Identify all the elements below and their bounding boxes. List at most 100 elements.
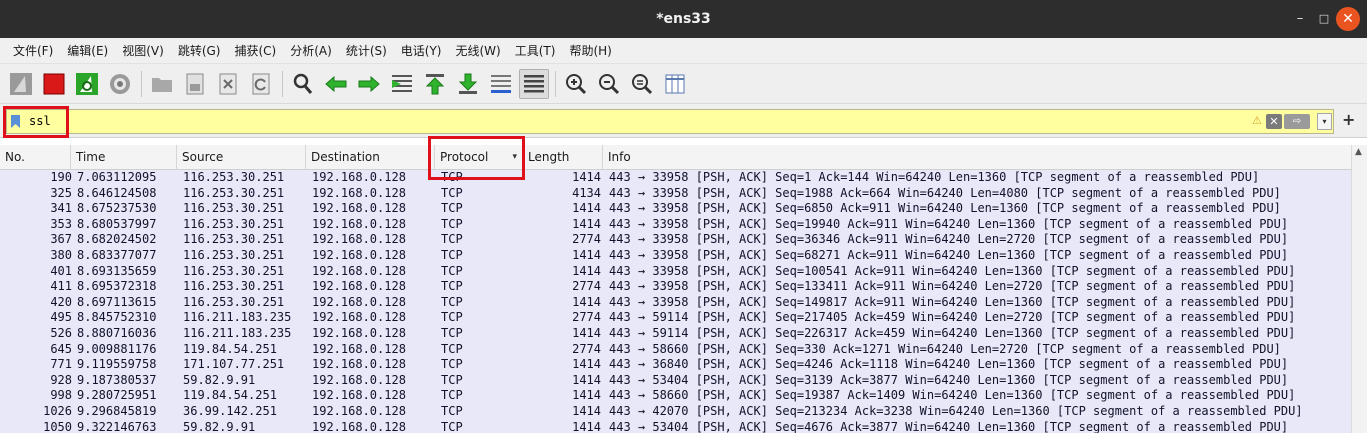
go-to-packet-button[interactable]: [387, 69, 417, 99]
packet-destination: 192.168.0.128: [312, 388, 406, 403]
menu-wireless[interactable]: 无线(W): [449, 38, 508, 64]
table-row[interactable]: 420 8.697113615 116.253.30.251 192.168.0.12…: [0, 294, 1351, 311]
packet-protocol: TCP: [441, 170, 463, 184]
zoom-out-button[interactable]: [594, 69, 624, 99]
column-header-no[interactable]: No.: [0, 145, 71, 170]
table-row[interactable]: 645 9.009881176 119.84.54.251 192.168.0.128…: [0, 341, 1351, 358]
packet-no: 401: [50, 263, 72, 278]
start-capture-button[interactable]: [6, 69, 36, 99]
go-first-packet-button[interactable]: [420, 69, 450, 99]
packet-source: 116.253.30.251: [183, 185, 285, 200]
reload-file-button[interactable]: [246, 69, 276, 99]
table-row[interactable]: 411 8.695372318 116.253.30.251 192.168.0.12…: [0, 279, 1351, 295]
table-row[interactable]: 190 7.063112095 116.253.30.251 192.168.0.12…: [0, 170, 1351, 186]
packet-no: 190: [50, 170, 72, 184]
clear-filter-icon[interactable]: ✕: [1266, 114, 1282, 129]
packet-destination: 192.168.0.128: [312, 404, 406, 418]
zoom-normal-button[interactable]: [627, 69, 657, 99]
table-row[interactable]: 495 8.845752310 116.211.183.235 192.168.0.1…: [0, 310, 1351, 326]
column-header-protocol[interactable]: Protocol ▾: [435, 145, 523, 170]
menu-file[interactable]: 文件(F): [6, 38, 60, 64]
table-row[interactable]: 380 8.683377077 116.253.30.251 192.168.0.12…: [0, 248, 1351, 264]
zoom-in-button[interactable]: [561, 69, 591, 99]
packet-info: 443 → 42070 [PSH, ACK] Seq=213234 Ack=32…: [609, 404, 1303, 418]
packet-length: 1414: [572, 372, 601, 387]
table-row[interactable]: 526 8.880716036 116.211.183.235 192.168.0.1…: [0, 326, 1351, 342]
packet-no: 341: [50, 201, 72, 216]
packet-protocol: TCP: [441, 341, 463, 356]
table-row[interactable]: 341 8.675237530 116.253.30.251 192.168.0.12…: [0, 201, 1351, 217]
packet-protocol: TCP: [441, 326, 463, 340]
main-toolbar: [0, 64, 1367, 104]
stop-capture-button[interactable]: [39, 69, 69, 99]
toolbar-separator: [555, 70, 556, 97]
column-header-length[interactable]: Length: [523, 145, 603, 170]
packet-source: 116.253.30.251: [183, 294, 285, 309]
column-header-info[interactable]: Info: [603, 145, 1351, 170]
scroll-up-icon[interactable]: ▲: [1355, 147, 1362, 157]
menu-analyze[interactable]: 分析(A): [283, 38, 339, 64]
table-row[interactable]: 401 8.693135659 116.253.30.251 192.168.0.12…: [0, 263, 1351, 280]
save-file-button[interactable]: [180, 69, 210, 99]
packet-protocol: TCP: [441, 216, 463, 231]
packet-info: 443 → 59114 [PSH, ACK] Seq=217405 Ack=45…: [609, 310, 1296, 325]
add-filter-button-icon[interactable]: +: [1342, 110, 1355, 129]
save-file-icon: [186, 73, 204, 94]
packet-destination: 192.168.0.128: [312, 185, 406, 200]
vertical-scrollbar[interactable]: ▲: [1351, 145, 1367, 433]
auto-scroll-button[interactable]: [486, 69, 516, 99]
packet-no: 998: [50, 388, 72, 403]
menu-capture[interactable]: 捕获(C): [227, 38, 283, 64]
menu-statistics[interactable]: 统计(S): [339, 38, 394, 64]
restart-capture-button[interactable]: [72, 69, 102, 99]
bookmark-icon[interactable]: [11, 115, 20, 128]
display-filter-input[interactable]: ssl ⚠ ✕ ⇨ ▾: [6, 109, 1334, 134]
menu-edit[interactable]: 编辑(E): [60, 38, 115, 64]
table-row[interactable]: 771 9.119559758 171.107.77.251 192.168.0.12…: [0, 357, 1351, 373]
go-last-packet-button[interactable]: [453, 69, 483, 99]
table-row[interactable]: 1026 9.296845819 36.99.142.251 192.168.0.12…: [0, 404, 1351, 420]
packet-info: 443 → 33958 [PSH, ACK] Seq=36346 Ack=911…: [609, 232, 1289, 247]
packet-time: 9.009881176: [77, 341, 157, 356]
menu-help[interactable]: 帮助(H): [562, 38, 618, 64]
close-button[interactable]: ✕: [1336, 7, 1360, 31]
packet-source: 171.107.77.251: [183, 357, 285, 372]
column-header-time[interactable]: Time: [71, 145, 177, 170]
table-row[interactable]: 998 9.280725951 119.84.54.251 192.168.0.128…: [0, 388, 1351, 404]
packet-info: 443 → 59114 [PSH, ACK] Seq=226317 Ack=45…: [609, 326, 1296, 340]
table-row[interactable]: 1050 9.322146763 59.82.9.91 192.168.0.128 TC…: [0, 419, 1351, 433]
minimize-button[interactable]: –: [1288, 7, 1312, 31]
menu-tools[interactable]: 工具(T): [508, 38, 563, 64]
resize-columns-button[interactable]: [660, 69, 690, 99]
table-row[interactable]: 353 8.680537997 116.253.30.251 192.168.0.12…: [0, 216, 1351, 233]
find-packet-button[interactable]: [288, 69, 318, 99]
title-bar: *ens33 – □ ✕: [0, 0, 1367, 38]
colorize-button[interactable]: [519, 68, 549, 99]
maximize-button[interactable]: □: [1312, 7, 1336, 31]
menu-view[interactable]: 视图(V): [115, 38, 171, 64]
go-back-button[interactable]: [321, 69, 351, 99]
open-file-button[interactable]: [147, 69, 177, 99]
table-row[interactable]: 928 9.187380537 59.82.9.91 192.168.0.128 TCP…: [0, 372, 1351, 389]
menu-telephony[interactable]: 电话(Y): [394, 38, 449, 64]
packet-time: 8.697113615: [77, 294, 157, 309]
packet-protocol: TCP: [441, 372, 463, 387]
table-row[interactable]: 367 8.682024502 116.253.30.251 192.168.0.12…: [0, 232, 1351, 248]
packet-no: 1050: [43, 419, 72, 433]
packet-source: 116.211.183.235: [183, 310, 292, 325]
menu-go[interactable]: 跳转(G): [171, 38, 228, 64]
filter-history-dropdown-icon[interactable]: ▾: [1317, 113, 1332, 130]
go-forward-button[interactable]: [354, 69, 384, 99]
packet-no: 353: [50, 216, 72, 231]
packet-length: 1414: [572, 419, 601, 433]
close-file-button[interactable]: [213, 69, 243, 99]
packet-no: 928: [50, 372, 72, 387]
table-row[interactable]: 325 8.646124508 116.253.30.251 192.168.0.12…: [0, 185, 1351, 202]
column-header-source[interactable]: Source: [177, 145, 306, 170]
column-header-destination[interactable]: Destination: [306, 145, 435, 170]
apply-filter-icon[interactable]: ⇨: [1284, 114, 1310, 129]
display-filter-bar: ssl ⚠ ✕ ⇨ ▾ +: [0, 104, 1367, 138]
capture-options-button[interactable]: [105, 69, 135, 99]
packet-time: 9.296845819: [77, 404, 157, 418]
packet-length: 1414: [572, 216, 601, 231]
